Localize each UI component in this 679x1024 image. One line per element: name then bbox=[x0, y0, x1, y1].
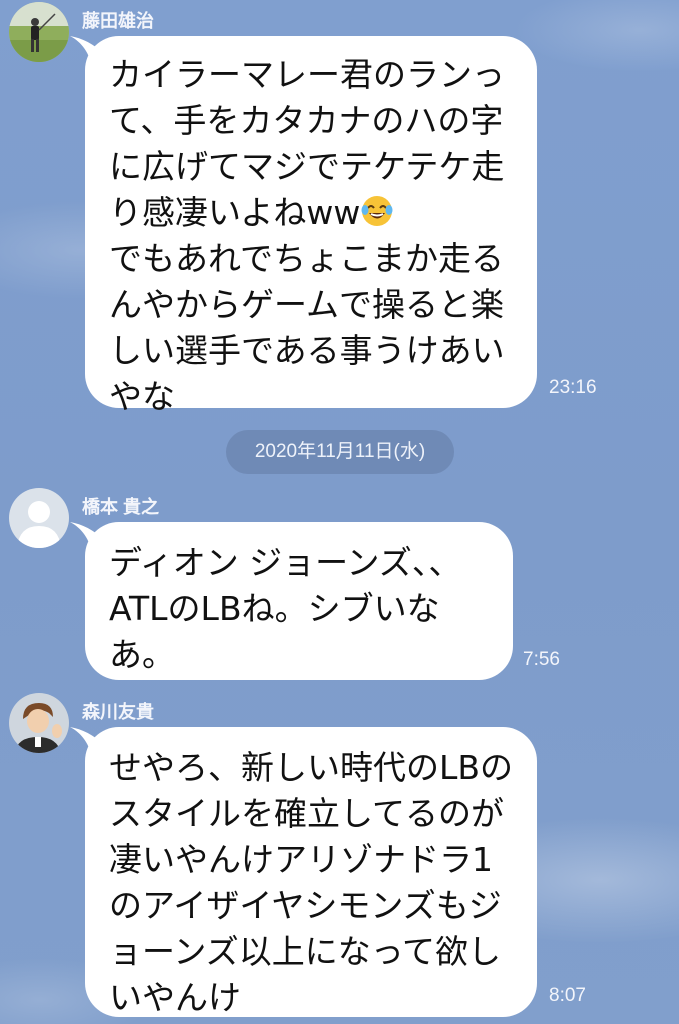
message-time: 8:07 bbox=[549, 985, 586, 1006]
golfer-photo-icon bbox=[9, 2, 69, 62]
date-separator: 2020年11月11日(水) bbox=[226, 430, 454, 474]
message-text: せやろ、新しい時代のLBのスタイルを確立してるのが凄いやんけアリゾナドラ1のアイ… bbox=[109, 748, 514, 1017]
message-text-continued: でもあれでちょこまか走るんやからゲームで操ると楽しい選手である事うけあいやな bbox=[109, 239, 505, 416]
default-user-icon bbox=[9, 488, 69, 548]
avatar[interactable] bbox=[9, 2, 69, 62]
message-bubble[interactable]: カイラーマレー君のランって、手をカタカナのハの字に広げてマジでテケテケ走り感凄い… bbox=[85, 36, 537, 416]
message-text: ディオン ジョーンズ、、ATLのLBね。シブいなあ。 bbox=[109, 543, 462, 674]
avatar[interactable] bbox=[9, 488, 69, 548]
message-bubble[interactable]: ディオン ジョーンズ、、ATLのLBね。シブいなあ。 bbox=[85, 522, 513, 680]
sender-name: 橋本 貴之 bbox=[82, 497, 160, 517]
face-with-tears-of-joy-icon bbox=[361, 196, 393, 226]
sender-name: 森川友貴 bbox=[82, 702, 154, 722]
message-bubble[interactable]: せやろ、新しい時代のLBのスタイルを確立してるのが凄いやんけアリゾナドラ1のアイ… bbox=[85, 727, 537, 1017]
message-time: 23:16 bbox=[549, 377, 597, 398]
illustrated-person-icon bbox=[9, 693, 69, 753]
sender-name: 藤田雄治 bbox=[82, 11, 154, 31]
message-text: カイラーマレー君のランって、手をカタカナのハの字に広げてマジでテケテケ走り感凄い… bbox=[109, 55, 505, 232]
message-time: 7:56 bbox=[523, 649, 560, 670]
avatar[interactable] bbox=[9, 693, 69, 753]
